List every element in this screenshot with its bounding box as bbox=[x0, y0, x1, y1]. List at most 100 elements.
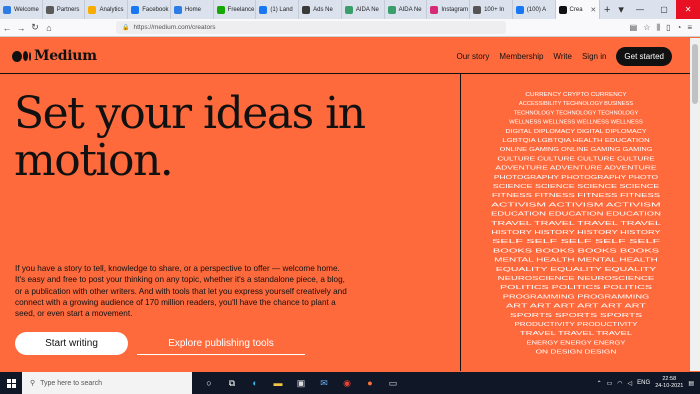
menu-icon[interactable]: ≡ bbox=[687, 23, 692, 33]
back-icon[interactable]: ← bbox=[0, 23, 14, 33]
tab-list-button[interactable]: ▾ bbox=[614, 3, 628, 16]
maximize-icon[interactable]: ▢ bbox=[652, 0, 676, 19]
tab-favicon-icon bbox=[216, 5, 225, 14]
start-button[interactable] bbox=[0, 372, 22, 394]
edge-icon[interactable]: ◐ bbox=[248, 376, 262, 390]
store-icon[interactable]: ▣ bbox=[294, 376, 308, 390]
hero-intro: If you have a story to tell, knowledge t… bbox=[15, 264, 347, 319]
cortana-icon[interactable]: ○ bbox=[202, 376, 216, 390]
minimize-icon[interactable]: — bbox=[628, 0, 652, 19]
volume-icon[interactable]: ◁ bbox=[628, 380, 633, 387]
word-art-line: SELF SELF SELF SELF SELF bbox=[492, 239, 660, 245]
word-art-line: SCIENCE SCIENCE SCIENCE SCIENCE bbox=[493, 184, 660, 190]
word-art-line: PROGRAMMING PROGRAMMING bbox=[503, 294, 649, 300]
taskbar-search[interactable]: ⚲ Type here to search bbox=[22, 372, 192, 394]
tab-favicon-icon bbox=[387, 5, 396, 14]
word-art-line: HISTORY HISTORY HISTORY HISTORY bbox=[491, 230, 661, 236]
browser-tab[interactable]: Welcome bbox=[0, 0, 43, 19]
firefox-icon[interactable]: ● bbox=[363, 376, 377, 390]
mail-icon[interactable]: ✉ bbox=[317, 376, 331, 390]
word-art-line: CURRENCY CRYPTO CURRENCY bbox=[525, 92, 627, 98]
sidebar-icon[interactable]: ▯ bbox=[666, 23, 670, 33]
taskbar-search-placeholder: Type here to search bbox=[40, 379, 103, 387]
clock[interactable]: 22:58 24-10-2021 bbox=[655, 376, 683, 390]
browser-tab-active[interactable]: Crea ✕ bbox=[555, 0, 601, 19]
file-explorer-icon[interactable]: ▬ bbox=[271, 376, 285, 390]
explore-publishing-tools-link[interactable]: Explore publishing tools bbox=[137, 332, 305, 355]
word-art-line: FITNESS FITNESS FITNESS FITNESS bbox=[492, 193, 661, 199]
chrome-icon[interactable]: ◉ bbox=[340, 376, 354, 390]
browser-tab[interactable]: Freelance bbox=[214, 0, 257, 19]
address-bar[interactable]: 🔒 https://medium.com/creators bbox=[116, 21, 506, 34]
tab-favicon-icon bbox=[88, 5, 97, 14]
nav-our-story[interactable]: Our story bbox=[457, 52, 490, 61]
notifications-icon[interactable]: ▤ bbox=[688, 380, 694, 387]
battery-icon[interactable]: ▭ bbox=[607, 380, 613, 387]
tab-favicon-icon bbox=[430, 5, 439, 14]
word-art-line: POLITICS POLITICS POLITICS bbox=[500, 285, 653, 291]
task-view-icon[interactable]: ⧉ bbox=[225, 376, 239, 390]
reload-icon[interactable]: ↻ bbox=[28, 22, 42, 33]
forward-icon[interactable]: → bbox=[14, 23, 28, 33]
nav-sign-in[interactable]: Sign in bbox=[582, 52, 606, 61]
tab-favicon-icon bbox=[344, 5, 353, 14]
home-icon[interactable]: ⌂ bbox=[42, 23, 56, 33]
close-tab-icon[interactable]: ✕ bbox=[590, 6, 596, 14]
word-art-line: NEUROSCIENCE NEUROSCIENCE bbox=[498, 276, 656, 282]
page-scrollbar[interactable] bbox=[690, 38, 700, 371]
medium-page: Medium Our story Membership Write Sign i… bbox=[0, 38, 690, 371]
start-writing-button[interactable]: Start writing bbox=[15, 332, 128, 355]
browser-tab[interactable]: Analytics bbox=[85, 0, 129, 19]
library-icon[interactable]: ⫼ bbox=[656, 23, 660, 33]
nav-write[interactable]: Write bbox=[553, 52, 572, 61]
browser-tab[interactable]: (1) Land bbox=[256, 0, 300, 19]
reader-view-icon[interactable]: ▤ bbox=[630, 23, 638, 33]
word-art-line: ADVENTURE ADVENTURE ADVENTURE bbox=[495, 166, 657, 172]
new-tab-button[interactable]: + bbox=[600, 4, 614, 16]
account-icon[interactable]: ◔ bbox=[676, 23, 681, 33]
logo-text: Medium bbox=[34, 48, 97, 64]
tab-label: Partners bbox=[56, 6, 80, 13]
browser-tab[interactable]: (100) A bbox=[513, 0, 556, 19]
windows-icon bbox=[6, 378, 16, 388]
close-window-icon[interactable]: ✕ bbox=[676, 0, 700, 19]
word-art-line: ONLINE GAMING ONLINE GAMING GAMING bbox=[500, 147, 653, 153]
nav-membership[interactable]: Membership bbox=[499, 52, 543, 61]
medium-logo[interactable]: Medium bbox=[12, 48, 97, 64]
headline-line-2: motion. bbox=[14, 135, 174, 186]
browser-tab-bar: Welcome Partners Analytics Facebook Home Free… bbox=[0, 0, 700, 19]
bookmark-star-icon[interactable]: ☆ bbox=[643, 23, 650, 33]
hero-headline: Set your ideas in motion. bbox=[14, 90, 454, 184]
tab-favicon-icon bbox=[259, 5, 268, 14]
browser-tab[interactable]: 100+ In bbox=[470, 0, 513, 19]
browser-tab[interactable]: Home bbox=[171, 0, 214, 19]
system-tray: ⌃ ▭ ◠ ◁ ENG 22:58 24-10-2021 ▤ bbox=[597, 376, 700, 390]
tab-favicon-icon bbox=[173, 5, 182, 14]
tab-favicon-icon bbox=[515, 5, 524, 14]
word-art-line: LGBTQIA LGBTQIA HEALTH EDUCATION bbox=[502, 138, 650, 144]
vertical-divider bbox=[460, 74, 461, 371]
word-art-line: TECHNOLOGY TECHNOLOGY TECHNOLOGY bbox=[514, 110, 639, 116]
browser-tab[interactable]: Facebook bbox=[128, 0, 171, 19]
network-icon[interactable]: ◠ bbox=[617, 380, 622, 387]
language-indicator[interactable]: ENG bbox=[637, 380, 650, 386]
browser-tab[interactable]: Partners bbox=[43, 0, 86, 19]
tab-favicon-icon bbox=[473, 5, 482, 14]
tab-label: AIDA Ne bbox=[398, 6, 422, 13]
word-art-line: WELLNESS WELLNESS WELLNESS WELLNESS bbox=[509, 120, 643, 126]
browser-tab[interactable]: Ads Ne bbox=[299, 0, 342, 19]
topic-word-art: CURRENCY CRYPTO CURRENCY ACCESSIBILITY TE… bbox=[491, 92, 662, 356]
word-art-line: ACTIVISM ACTIVISM ACTIVISM bbox=[491, 202, 660, 208]
app-window-icon[interactable]: ▭ bbox=[386, 376, 400, 390]
tray-chevron-icon[interactable]: ⌃ bbox=[597, 380, 602, 387]
tab-label: (1) Land bbox=[270, 6, 293, 13]
browser-tab[interactable]: AIDA Ne bbox=[342, 0, 385, 19]
lock-icon: 🔒 bbox=[122, 25, 130, 31]
browser-nav-bar: ← → ↻ ⌂ 🔒 https://medium.com/creators ▤ … bbox=[0, 19, 700, 37]
browser-tab[interactable]: AIDA Ne bbox=[385, 0, 428, 19]
get-started-button[interactable]: Get started bbox=[616, 47, 672, 66]
tab-label: Instagram bbox=[441, 6, 469, 13]
search-icon: ⚲ bbox=[30, 380, 36, 387]
word-art-line: DIGITAL DIPLOMACY DIGITAL DIPLOMACY bbox=[506, 129, 648, 135]
browser-tab[interactable]: Instagram bbox=[427, 0, 471, 19]
